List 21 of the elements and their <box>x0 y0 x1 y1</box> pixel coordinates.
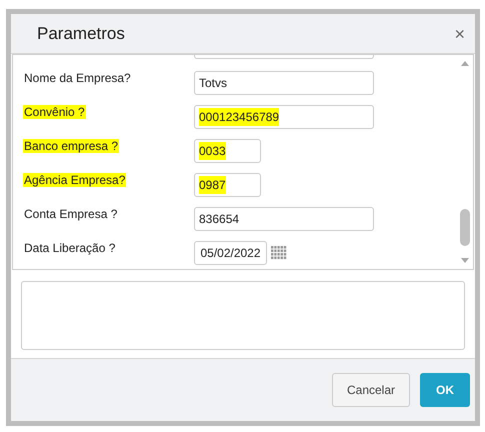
text-area[interactable] <box>21 281 465 350</box>
scroll-up-icon[interactable] <box>461 61 469 66</box>
input-field[interactable] <box>194 55 374 59</box>
input-field[interactable]: 05/02/2022 <box>194 241 267 265</box>
field-label: Data Liberação ? <box>23 241 116 255</box>
input-field[interactable]: 0987 <box>194 173 261 197</box>
field-label: Nome da Empresa? <box>23 71 132 85</box>
input-field[interactable]: 000123456789 <box>194 105 374 129</box>
input-field[interactable]: 836654 <box>194 207 374 231</box>
dialog-title: Parametros <box>37 22 125 45</box>
close-button[interactable]: × <box>452 24 467 42</box>
calendar-icon[interactable] <box>271 246 287 260</box>
input-field[interactable]: 0033 <box>194 139 261 163</box>
field-label: Convênio ? <box>23 105 86 119</box>
cancel-button[interactable]: Cancelar <box>332 373 410 407</box>
scroll-thumb[interactable] <box>460 209 470 246</box>
field-label: Agência Empresa? <box>23 173 126 187</box>
input-field[interactable]: Totvs <box>194 71 374 95</box>
scroll-down-icon[interactable] <box>461 258 469 263</box>
field-label: Conta Empresa ? <box>23 207 118 221</box>
field-label: Banco empresa ? <box>23 139 120 153</box>
